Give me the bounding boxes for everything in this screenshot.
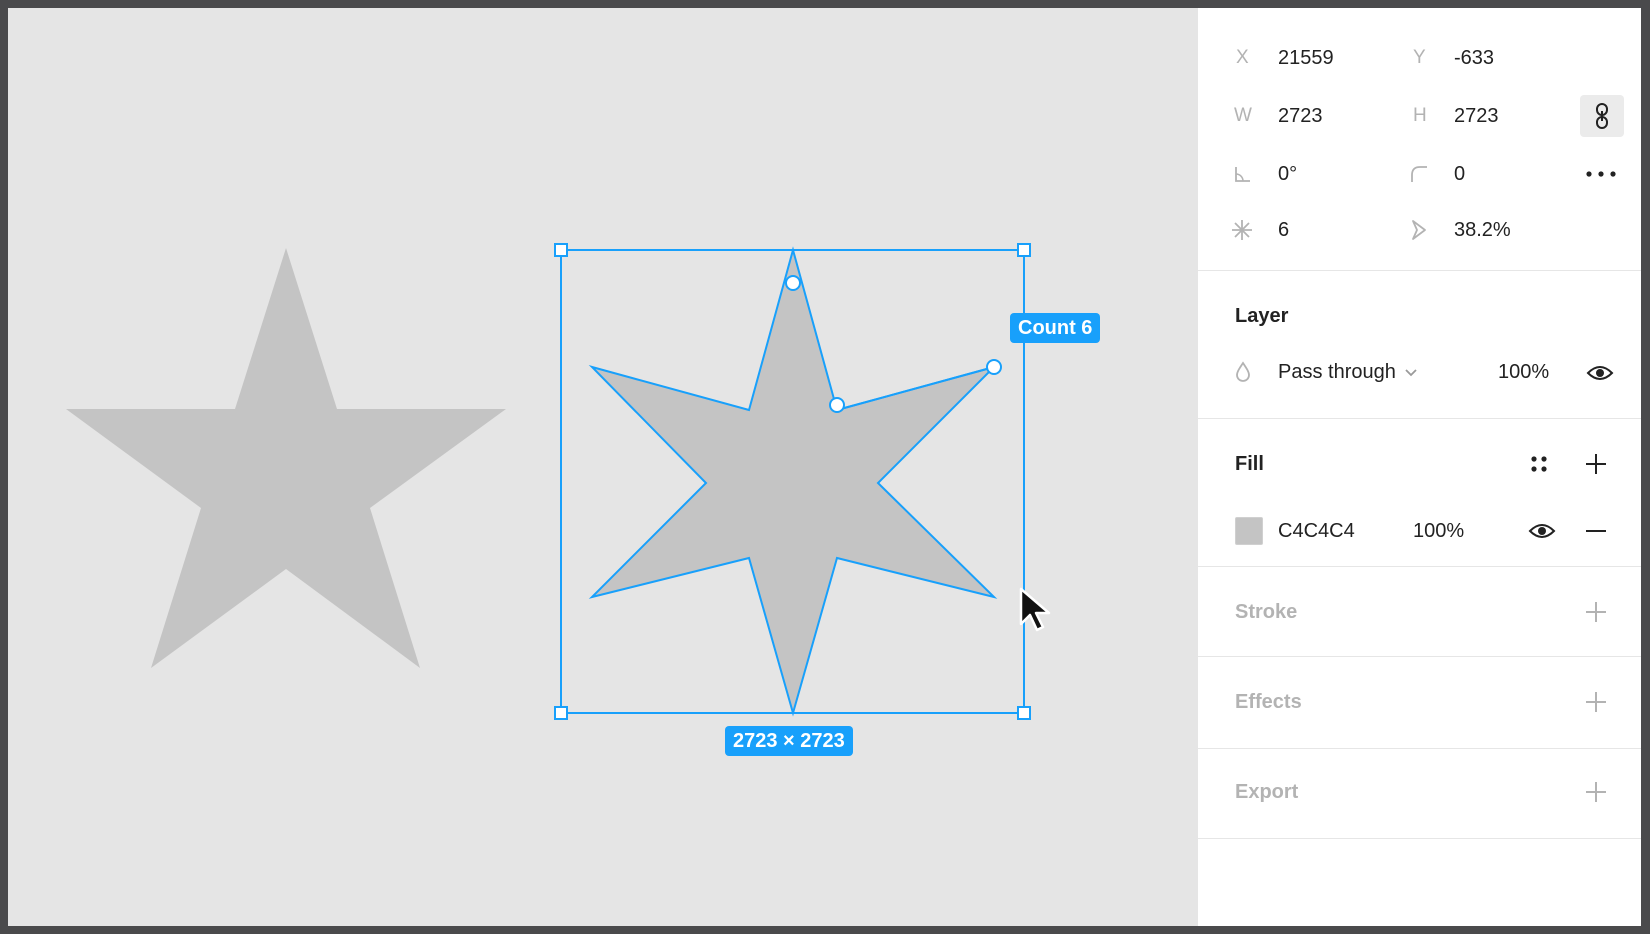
- h-label: H: [1413, 105, 1427, 126]
- rotation-row: 0° 0: [1198, 146, 1641, 202]
- design-canvas[interactable]: Count 6 2723 × 2723: [8, 8, 1198, 926]
- layer-opacity-input[interactable]: 100%: [1498, 360, 1549, 384]
- resize-handle-top-right[interactable]: [1017, 243, 1031, 257]
- count-handle[interactable]: [986, 359, 1002, 375]
- properties-panel: X 21559 Y -633 W 2723 H 2723 0° 0 6 38.2…: [1198, 8, 1641, 926]
- six-point-star[interactable]: [588, 246, 998, 717]
- styles-grid-icon[interactable]: [1528, 453, 1550, 475]
- mouse-cursor-icon: [1019, 587, 1051, 632]
- divider: [1198, 418, 1641, 419]
- canvas-drawing: [66, 243, 1031, 720]
- five-point-star[interactable]: [66, 248, 506, 668]
- ratio-icon: [1412, 220, 1426, 240]
- star-options-row: 6 38.2%: [1198, 202, 1641, 258]
- constrain-proportions-button[interactable]: [1580, 95, 1624, 137]
- fill-opacity-input[interactable]: 100%: [1413, 519, 1464, 543]
- angle-icon: [1235, 167, 1250, 182]
- add-fill-plus-icon[interactable]: [1584, 452, 1608, 476]
- more-options-icon[interactable]: [1584, 164, 1618, 184]
- add-stroke-plus-icon[interactable]: [1584, 600, 1608, 624]
- position-row: X 21559 Y -633: [1198, 30, 1641, 86]
- star-points-icon: [1232, 220, 1252, 240]
- blend-mode-icon: [1236, 361, 1250, 382]
- h-input[interactable]: 2723: [1454, 104, 1499, 128]
- fill-color-swatch[interactable]: [1235, 517, 1263, 545]
- layer-section-title: Layer: [1235, 305, 1289, 327]
- effects-section-title: Effects: [1235, 691, 1302, 713]
- remove-fill-minus-icon[interactable]: [1584, 519, 1608, 543]
- fill-visibility-eye-icon[interactable]: [1528, 521, 1556, 541]
- layer-visibility-eye-icon[interactable]: [1586, 363, 1614, 383]
- divider: [1198, 656, 1641, 657]
- export-section-title: Export: [1235, 781, 1299, 803]
- selection-size-badge: 2723 × 2723: [725, 726, 853, 756]
- corner-radius-icon: [1411, 166, 1427, 182]
- divider: [1198, 838, 1641, 839]
- app-window: Count 6 2723 × 2723 X 21559 Y -633 W 272…: [8, 8, 1641, 926]
- chevron-down-icon[interactable]: [1404, 368, 1418, 378]
- fill-color-hex-input[interactable]: C4C4C4: [1278, 519, 1355, 543]
- fill-section-title: Fill: [1235, 453, 1264, 475]
- w-label: W: [1234, 105, 1252, 126]
- add-export-plus-icon[interactable]: [1584, 780, 1608, 804]
- corner-radius-input[interactable]: 0: [1454, 162, 1465, 186]
- y-label: Y: [1413, 47, 1426, 68]
- corner-radius-handle[interactable]: [785, 275, 801, 291]
- blend-mode-select[interactable]: Pass through: [1278, 360, 1396, 384]
- x-label: X: [1236, 47, 1249, 68]
- divider: [1198, 566, 1641, 567]
- count-badge: Count 6: [1010, 313, 1101, 343]
- x-input[interactable]: 21559: [1278, 46, 1334, 70]
- resize-handle-bottom-left[interactable]: [554, 706, 568, 720]
- divider: [1198, 748, 1641, 749]
- w-input[interactable]: 2723: [1278, 104, 1323, 128]
- stroke-section-title: Stroke: [1235, 601, 1298, 623]
- divider: [1198, 270, 1641, 271]
- resize-handle-bottom-right[interactable]: [1017, 706, 1031, 720]
- link-icon: [1596, 103, 1608, 129]
- point-count-input[interactable]: 6: [1278, 218, 1289, 242]
- ratio-handle[interactable]: [829, 397, 845, 413]
- add-effect-plus-icon[interactable]: [1584, 690, 1608, 714]
- resize-handle-top-left[interactable]: [554, 243, 568, 257]
- ratio-input[interactable]: 38.2%: [1454, 218, 1511, 242]
- rotation-input[interactable]: 0°: [1278, 162, 1297, 186]
- y-input[interactable]: -633: [1454, 46, 1494, 70]
- size-row: W 2723 H 2723: [1198, 88, 1641, 144]
